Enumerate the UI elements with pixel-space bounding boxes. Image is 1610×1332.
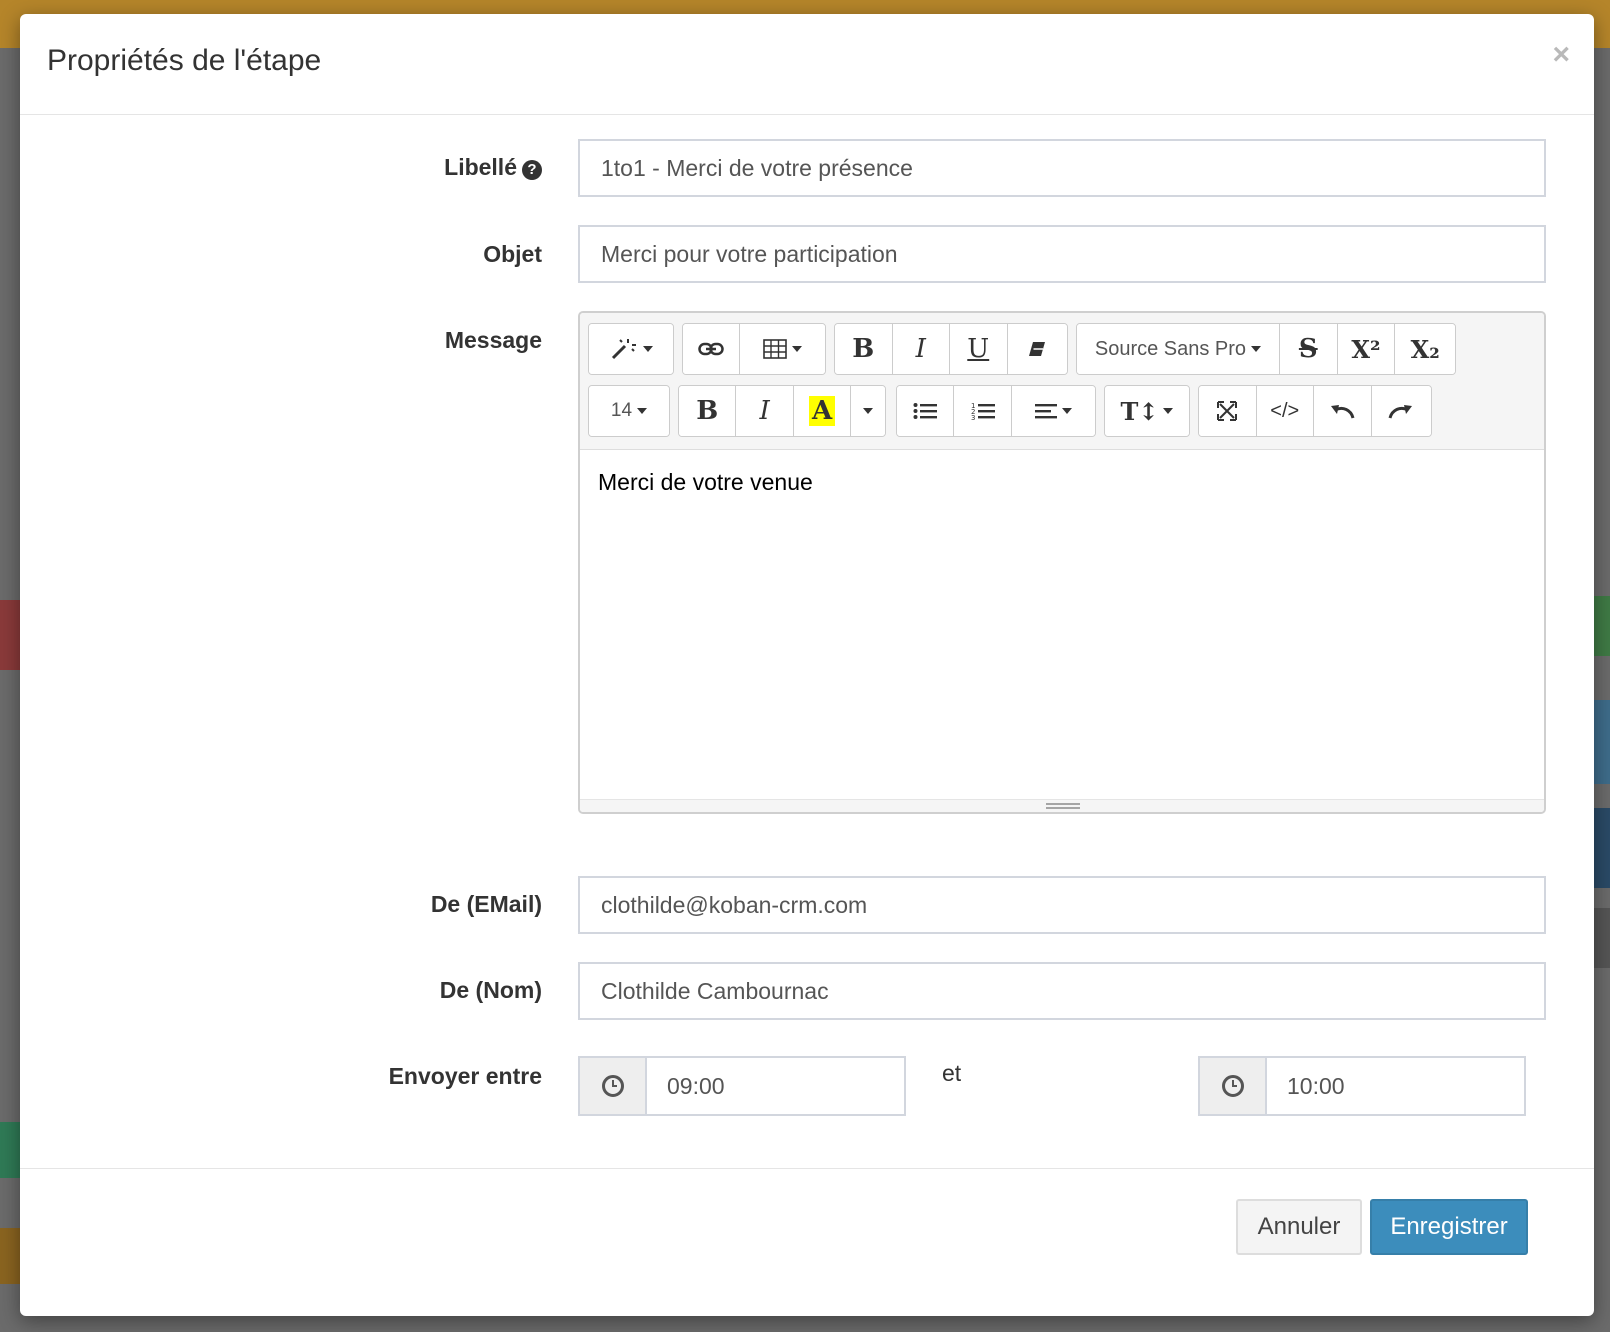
code-view-button[interactable]: </> [1256, 386, 1314, 436]
save-button[interactable]: Enregistrer [1370, 1199, 1528, 1255]
background-right-blue [1592, 700, 1610, 784]
from-name-input[interactable]: Clothilde Cambournac [578, 962, 1546, 1020]
insert-group [682, 323, 826, 375]
bullet-list-icon [913, 403, 938, 419]
resize-grip-icon[interactable] [1046, 803, 1080, 809]
background-red-strip [0, 600, 20, 670]
numbered-list-button[interactable]: 123 [954, 386, 1012, 436]
link-icon [698, 342, 724, 356]
libelle-label: Libellé? [444, 154, 542, 181]
svg-text:3: 3 [971, 414, 975, 421]
background-right-green [1592, 596, 1610, 656]
libelle-label-text: Libellé [444, 154, 517, 180]
line-height-group: T↕ [1104, 385, 1190, 437]
from-email-label: De (EMail) [430, 891, 542, 917]
link-button[interactable] [683, 324, 741, 374]
paragraph-group: 123 [896, 385, 1096, 437]
libelle-input[interactable]: 1to1 - Merci de votre présence [578, 139, 1546, 197]
strikethrough-button[interactable]: S [1279, 324, 1338, 374]
italic-button[interactable]: I [892, 324, 950, 374]
table-button[interactable] [740, 324, 825, 374]
font-size-value: 14 [610, 400, 633, 421]
subscript-button[interactable]: X₂ [1395, 324, 1455, 374]
background-right-grey [1592, 908, 1610, 968]
font-family-value: Source Sans Pro [1094, 337, 1247, 360]
end-time-input[interactable]: 10:00 [1265, 1056, 1526, 1116]
style-group [588, 323, 674, 375]
background-right-navy [1592, 808, 1610, 888]
clock-icon [601, 1075, 624, 1097]
bold-button[interactable]: B [835, 324, 893, 374]
font-style-group: B I U [834, 323, 1068, 375]
underline-button[interactable]: U [950, 324, 1008, 374]
redo-icon [1388, 405, 1413, 419]
align-button[interactable] [1011, 386, 1095, 436]
line-height-icon: T↕ [1120, 396, 1159, 426]
start-time-picker: 09:00 [578, 1056, 906, 1116]
modal-title: Propriétés de l'étape [47, 44, 322, 77]
cancel-button[interactable]: Annuler [1236, 1199, 1362, 1255]
close-icon[interactable]: × [1552, 40, 1570, 70]
numbered-list-icon: 123 [971, 402, 995, 421]
undo-icon [1331, 405, 1355, 419]
highlight-dropdown-button[interactable] [851, 386, 885, 436]
bold-button-2[interactable]: B [679, 386, 737, 436]
message-label: Message [444, 327, 542, 353]
highlight-button[interactable]: A [793, 386, 852, 436]
from-name-label: De (Nom) [439, 977, 542, 1003]
text-format-group: B I A [678, 385, 886, 437]
font-family-select[interactable]: Source Sans Pro [1077, 324, 1280, 374]
table-icon [763, 339, 787, 359]
highlight-icon: A [809, 396, 836, 426]
start-time-input[interactable]: 09:00 [645, 1056, 906, 1116]
view-group: </> [1198, 385, 1432, 437]
font-group: Source Sans Pro S X² X₂ [1076, 323, 1456, 375]
line-height-button[interactable]: T↕ [1105, 386, 1189, 436]
end-time-addon[interactable] [1198, 1056, 1265, 1116]
message-editor: B I U Source Sans Pro S X² X₂ 14 B I A 1… [578, 311, 1546, 814]
background-green-strip [0, 1122, 20, 1178]
modal-header: Propriétés de l'étape × [20, 14, 1594, 115]
font-size-select[interactable]: 14 [589, 386, 669, 436]
help-icon[interactable]: ? [522, 160, 542, 180]
eraser-icon [1029, 342, 1046, 356]
editor-toolbar: B I U Source Sans Pro S X² X₂ 14 B I A 1… [580, 313, 1544, 450]
font-size-group: 14 [588, 385, 670, 437]
align-left-icon [1034, 404, 1057, 419]
superscript-button[interactable]: X² [1337, 324, 1396, 374]
undo-button[interactable] [1314, 386, 1372, 436]
background-gold-strip [0, 1228, 20, 1284]
objet-input[interactable]: Merci pour votre participation [578, 225, 1546, 283]
modal-footer: Annuler Enregistrer [20, 1168, 1594, 1317]
editor-resize-bar[interactable] [580, 799, 1544, 812]
fullscreen-button[interactable] [1199, 386, 1257, 436]
step-properties-modal: Propriétés de l'étape × Libellé? 1to1 - … [20, 14, 1594, 1316]
time-range-separator: et [942, 1060, 962, 1086]
send-between-label: Envoyer entre [388, 1063, 542, 1089]
fullscreen-icon [1217, 401, 1238, 421]
start-time-addon[interactable] [578, 1056, 645, 1116]
magic-style-button[interactable] [589, 324, 673, 374]
bullet-list-button[interactable] [897, 386, 955, 436]
editor-content[interactable]: Merci de votre venue [598, 469, 813, 496]
clock-icon [1221, 1075, 1244, 1097]
redo-button[interactable] [1371, 386, 1431, 436]
magic-wand-icon [611, 339, 636, 360]
objet-label: Objet [483, 241, 542, 267]
from-email-input[interactable]: clothilde@koban-crm.com [578, 876, 1546, 934]
eraser-button[interactable] [1007, 324, 1067, 374]
italic-button-2[interactable]: I [736, 386, 794, 436]
end-time-picker: 10:00 [1198, 1056, 1526, 1116]
